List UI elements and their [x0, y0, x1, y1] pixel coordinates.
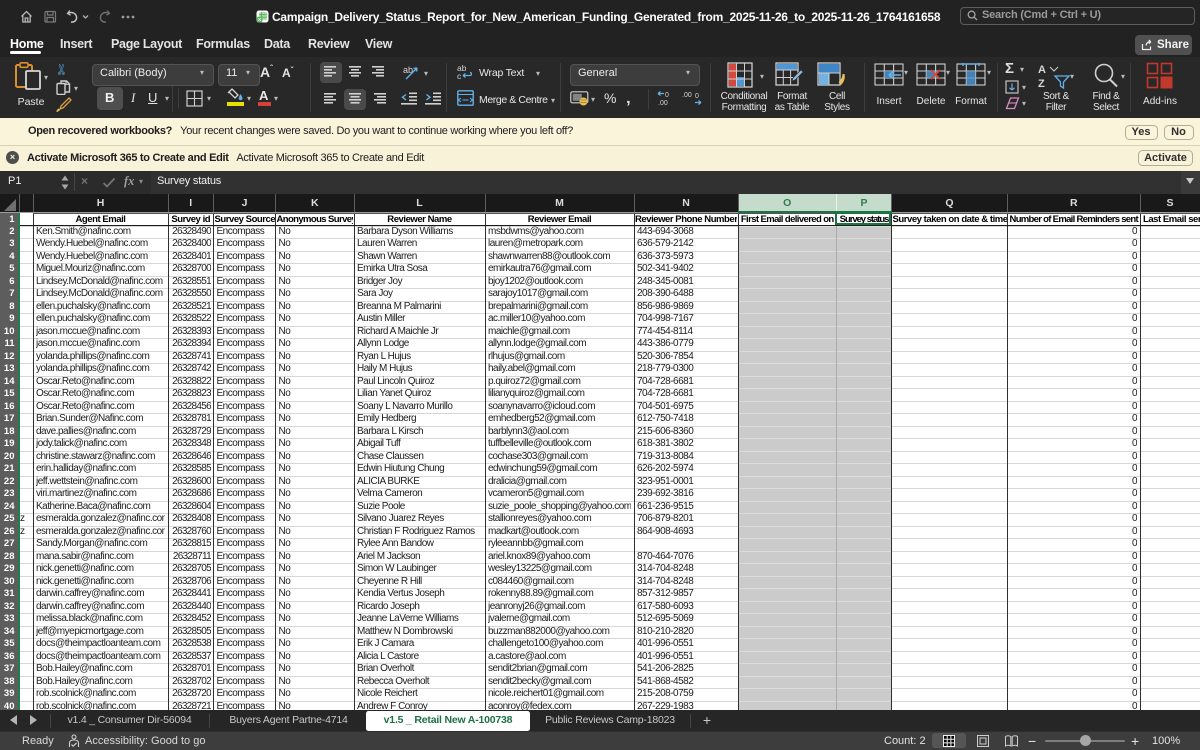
svg-text:.00: .00 [682, 92, 692, 99]
svg-text:Z: Z [1038, 78, 1045, 90]
svg-text:A: A [1038, 64, 1046, 76]
svg-text:0: 0 [695, 93, 699, 100]
svg-text:0: 0 [665, 92, 669, 99]
svg-text:.00: .00 [658, 100, 668, 106]
